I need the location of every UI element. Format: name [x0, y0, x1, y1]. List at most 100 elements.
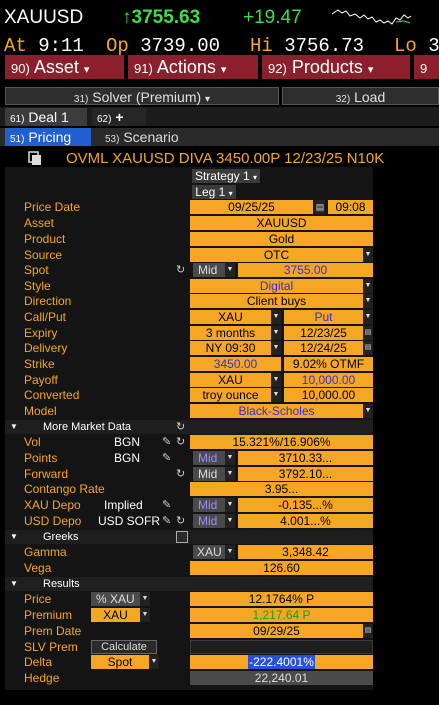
spot-side-dropdown[interactable]: Mid ▼ — [193, 263, 235, 277]
price-unit-dropdown[interactable]: % XAU ▼ — [91, 592, 150, 606]
dropdown-arrow-icon: ▼ — [225, 263, 235, 277]
dropdown-arrow-icon: ▼ — [271, 373, 281, 387]
refresh-icon[interactable]: ↻ — [176, 467, 185, 480]
load-label: Load — [354, 89, 386, 105]
contango-field[interactable]: 3.95... — [190, 482, 373, 496]
premium-label: Premium — [24, 608, 73, 622]
forward-field[interactable]: 3792.10... — [238, 467, 373, 481]
tab-add-deal[interactable]: 62) + — [92, 108, 146, 126]
results-section-header[interactable]: ▼ Results — [5, 577, 373, 591]
refresh-icon[interactable]: ↻ — [176, 420, 185, 433]
prem-date-field[interactable]: 09/29/25 ▤ — [190, 624, 373, 638]
delivery-cut-value: NY 09:30 — [205, 341, 256, 355]
tab-deal-1[interactable]: 61) Deal 1 — [5, 108, 87, 126]
actions-menu[interactable]: 91) Actions ▾ — [128, 55, 258, 79]
vega-field[interactable]: 126.60 — [190, 561, 373, 575]
more-menu[interactable]: 9 — [414, 55, 439, 79]
load-number: 32) — [335, 94, 351, 105]
caret-down-icon: ▾ — [83, 64, 90, 76]
payoff-field[interactable]: 10,000.00 — [284, 373, 373, 387]
direction-dropdown[interactable]: Client buys ▼ — [190, 294, 373, 308]
load-button[interactable]: 32) Load — [282, 87, 439, 105]
usd-depo-side-dropdown[interactable]: Mid ▼ — [193, 514, 235, 528]
greeks-section-header[interactable]: ▼ Greeks — [5, 530, 373, 544]
tab-number: 53) — [105, 134, 120, 145]
expiry-label: Expiry — [24, 326, 58, 340]
strike-otm-field[interactable]: 9.02% OTMF — [284, 357, 373, 371]
premium-ccy-dropdown[interactable]: XAU ▼ — [91, 608, 150, 622]
gamma-ccy-dropdown[interactable]: XAU ▼ — [193, 545, 235, 559]
slv-prem-field[interactable] — [190, 640, 373, 654]
solver-number: 31) — [73, 94, 89, 105]
product-field[interactable]: Gold — [190, 232, 373, 246]
pencil-icon[interactable]: ✎ — [162, 514, 171, 527]
price-time-field[interactable]: 09:08 — [328, 200, 373, 214]
refresh-icon[interactable]: ↻ — [176, 514, 185, 527]
pencil-icon[interactable]: ✎ — [162, 451, 171, 464]
hedge-field[interactable]: 22,240.01 — [190, 671, 373, 685]
dropdown-arrow-icon: ▼ — [140, 608, 150, 622]
tab-scenario[interactable]: 53) Scenario — [100, 128, 190, 146]
tab-pricing[interactable]: 51) Pricing — [5, 128, 91, 146]
delta-unit-dropdown[interactable]: Spot ▼ — [91, 655, 159, 669]
delta-value: -222.4001% — [248, 655, 315, 669]
tab-label: Scenario — [123, 129, 179, 145]
price-date-field[interactable]: 09/25/25 — [190, 200, 313, 214]
calculate-button[interactable]: Calculate — [91, 640, 157, 654]
delivery-cut-dropdown[interactable]: NY 09:30 ▼ — [190, 341, 281, 355]
payoff-ccy-dropdown[interactable]: XAU ▼ — [190, 373, 281, 387]
refresh-icon[interactable]: ↻ — [176, 263, 185, 276]
copy-icon[interactable] — [28, 151, 42, 165]
expiry-tenor-dropdown[interactable]: 3 months ▼ — [190, 326, 281, 340]
pencil-icon[interactable]: ✎ — [162, 435, 171, 448]
expiry-date-field[interactable]: 12/23/25 ▤ — [284, 326, 373, 340]
gamma-ccy-value: XAU — [197, 545, 222, 559]
refresh-icon[interactable]: ↻ — [176, 435, 185, 448]
usd-depo-field[interactable]: 4.001...% — [238, 514, 373, 528]
forward-label: Forward — [24, 467, 69, 481]
market-data-section-header[interactable]: ▼ More Market Data — [5, 420, 373, 434]
price-field[interactable]: 12.1764% P — [190, 592, 373, 606]
pencil-icon[interactable]: ✎ — [162, 498, 171, 511]
dropdown-arrow-icon: ▼ — [363, 248, 373, 262]
premium-ccy-value: XAU — [103, 608, 128, 622]
source-dropdown[interactable]: OTC ▼ — [190, 248, 373, 262]
quote-low: Lo 37 — [394, 35, 439, 57]
strike-field[interactable]: 3450.00 — [190, 357, 281, 371]
contango-label: Contango Rate — [24, 482, 105, 496]
callput-ccy-dropdown[interactable]: XAU ▼ — [190, 310, 281, 324]
calendar-icon: ▤ — [363, 341, 373, 355]
points-side-dropdown[interactable]: Mid ▼ — [193, 451, 235, 465]
delivery-date-field[interactable]: 12/24/25 ▤ — [284, 341, 373, 355]
delta-field[interactable]: -222.4001% — [190, 655, 373, 669]
leg-selector[interactable]: Leg 1 ▾ — [192, 185, 236, 199]
premium-field[interactable]: 1,217.64 P — [190, 608, 373, 622]
solver-button[interactable]: 31) Solver (Premium) ▾ — [5, 87, 279, 105]
points-field[interactable]: 3710.33... — [238, 451, 373, 465]
callput-dropdown[interactable]: Put ▼ — [284, 310, 373, 324]
points-label: Points — [24, 451, 58, 465]
last-price-value: 3755.63 — [131, 7, 201, 28]
xau-depo-field[interactable]: -0.135...% — [238, 498, 373, 512]
expiry-date-value: 12/23/25 — [300, 326, 347, 340]
converted-unit-dropdown[interactable]: troy ounce ▼ — [190, 388, 281, 402]
products-menu[interactable]: 92) Products ▾ — [262, 55, 410, 79]
forward-side-dropdown[interactable]: Mid ▼ — [193, 467, 235, 481]
gamma-field[interactable]: 3,348.42 — [238, 545, 373, 559]
strategy-selector[interactable]: Strategy 1 ▾ — [192, 169, 260, 183]
style-dropdown[interactable]: Digital ▼ — [190, 279, 373, 293]
asset-menu[interactable]: 90) Asset ▾ — [5, 55, 124, 79]
payoff-label: Payoff — [24, 373, 58, 387]
xau-depo-side-dropdown[interactable]: Mid ▼ — [193, 498, 235, 512]
spot-field[interactable]: 3755.00 — [238, 263, 373, 277]
calendar-icon[interactable]: ▤ — [315, 200, 325, 214]
prem-date-label: Prem Date — [24, 624, 82, 638]
converted-field[interactable]: 10,000.00 — [284, 388, 373, 402]
payoff-ccy-value: XAU — [218, 373, 243, 387]
vol-field[interactable]: 15.321%/16.906% — [190, 435, 373, 449]
model-dropdown[interactable]: Black-Scholes ▼ — [190, 404, 373, 418]
up-arrow-icon: ↑ — [122, 7, 132, 28]
asset-field[interactable]: XAUUSD — [190, 216, 373, 230]
usd-depo-source: USD SOFR — [98, 514, 161, 528]
greeks-checkbox[interactable] — [176, 531, 188, 543]
